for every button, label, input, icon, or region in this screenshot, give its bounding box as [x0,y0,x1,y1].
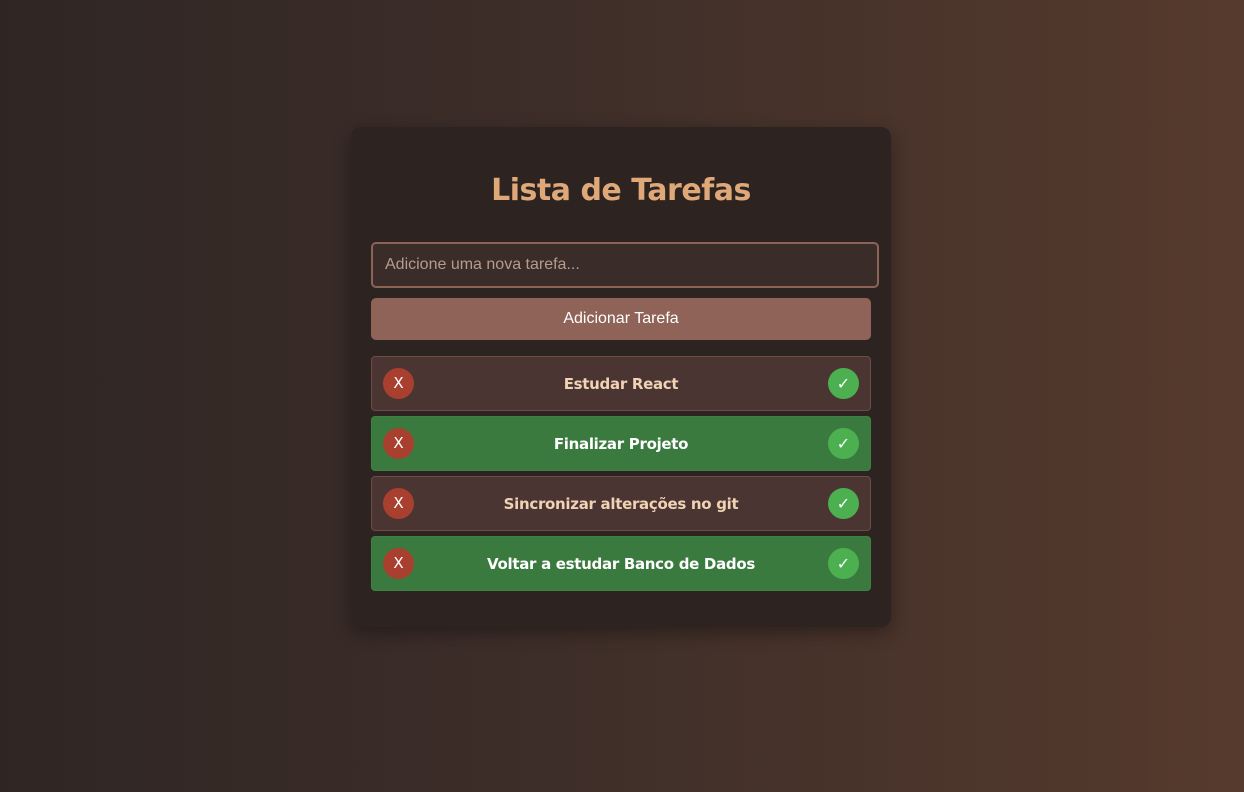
complete-task-button[interactable]: ✓ [828,368,859,399]
complete-task-button[interactable]: ✓ [828,548,859,579]
task-item: X Estudar React ✓ [371,356,871,411]
page-title: Lista de Tarefas [491,173,751,208]
task-item: X Sincronizar alterações no git ✓ [371,476,871,531]
delete-task-button[interactable]: X [383,548,414,579]
task-item: X Voltar a estudar Banco de Dados ✓ [371,536,871,591]
task-text[interactable]: Voltar a estudar Banco de Dados [422,537,820,590]
todo-card: Lista de Tarefas Adicionar Tarefa X Estu… [351,127,891,627]
new-task-input[interactable] [371,242,879,288]
add-task-button[interactable]: Adicionar Tarefa [371,298,871,340]
task-text[interactable]: Estudar React [422,357,820,410]
delete-task-button[interactable]: X [383,368,414,399]
delete-task-button[interactable]: X [383,428,414,459]
delete-task-button[interactable]: X [383,488,414,519]
complete-task-button[interactable]: ✓ [828,428,859,459]
complete-task-button[interactable]: ✓ [828,488,859,519]
task-list: X Estudar React ✓ X Finalizar Projeto ✓ … [371,356,871,596]
task-item: X Finalizar Projeto ✓ [371,416,871,471]
task-text[interactable]: Sincronizar alterações no git [422,477,820,530]
task-text[interactable]: Finalizar Projeto [422,417,820,470]
